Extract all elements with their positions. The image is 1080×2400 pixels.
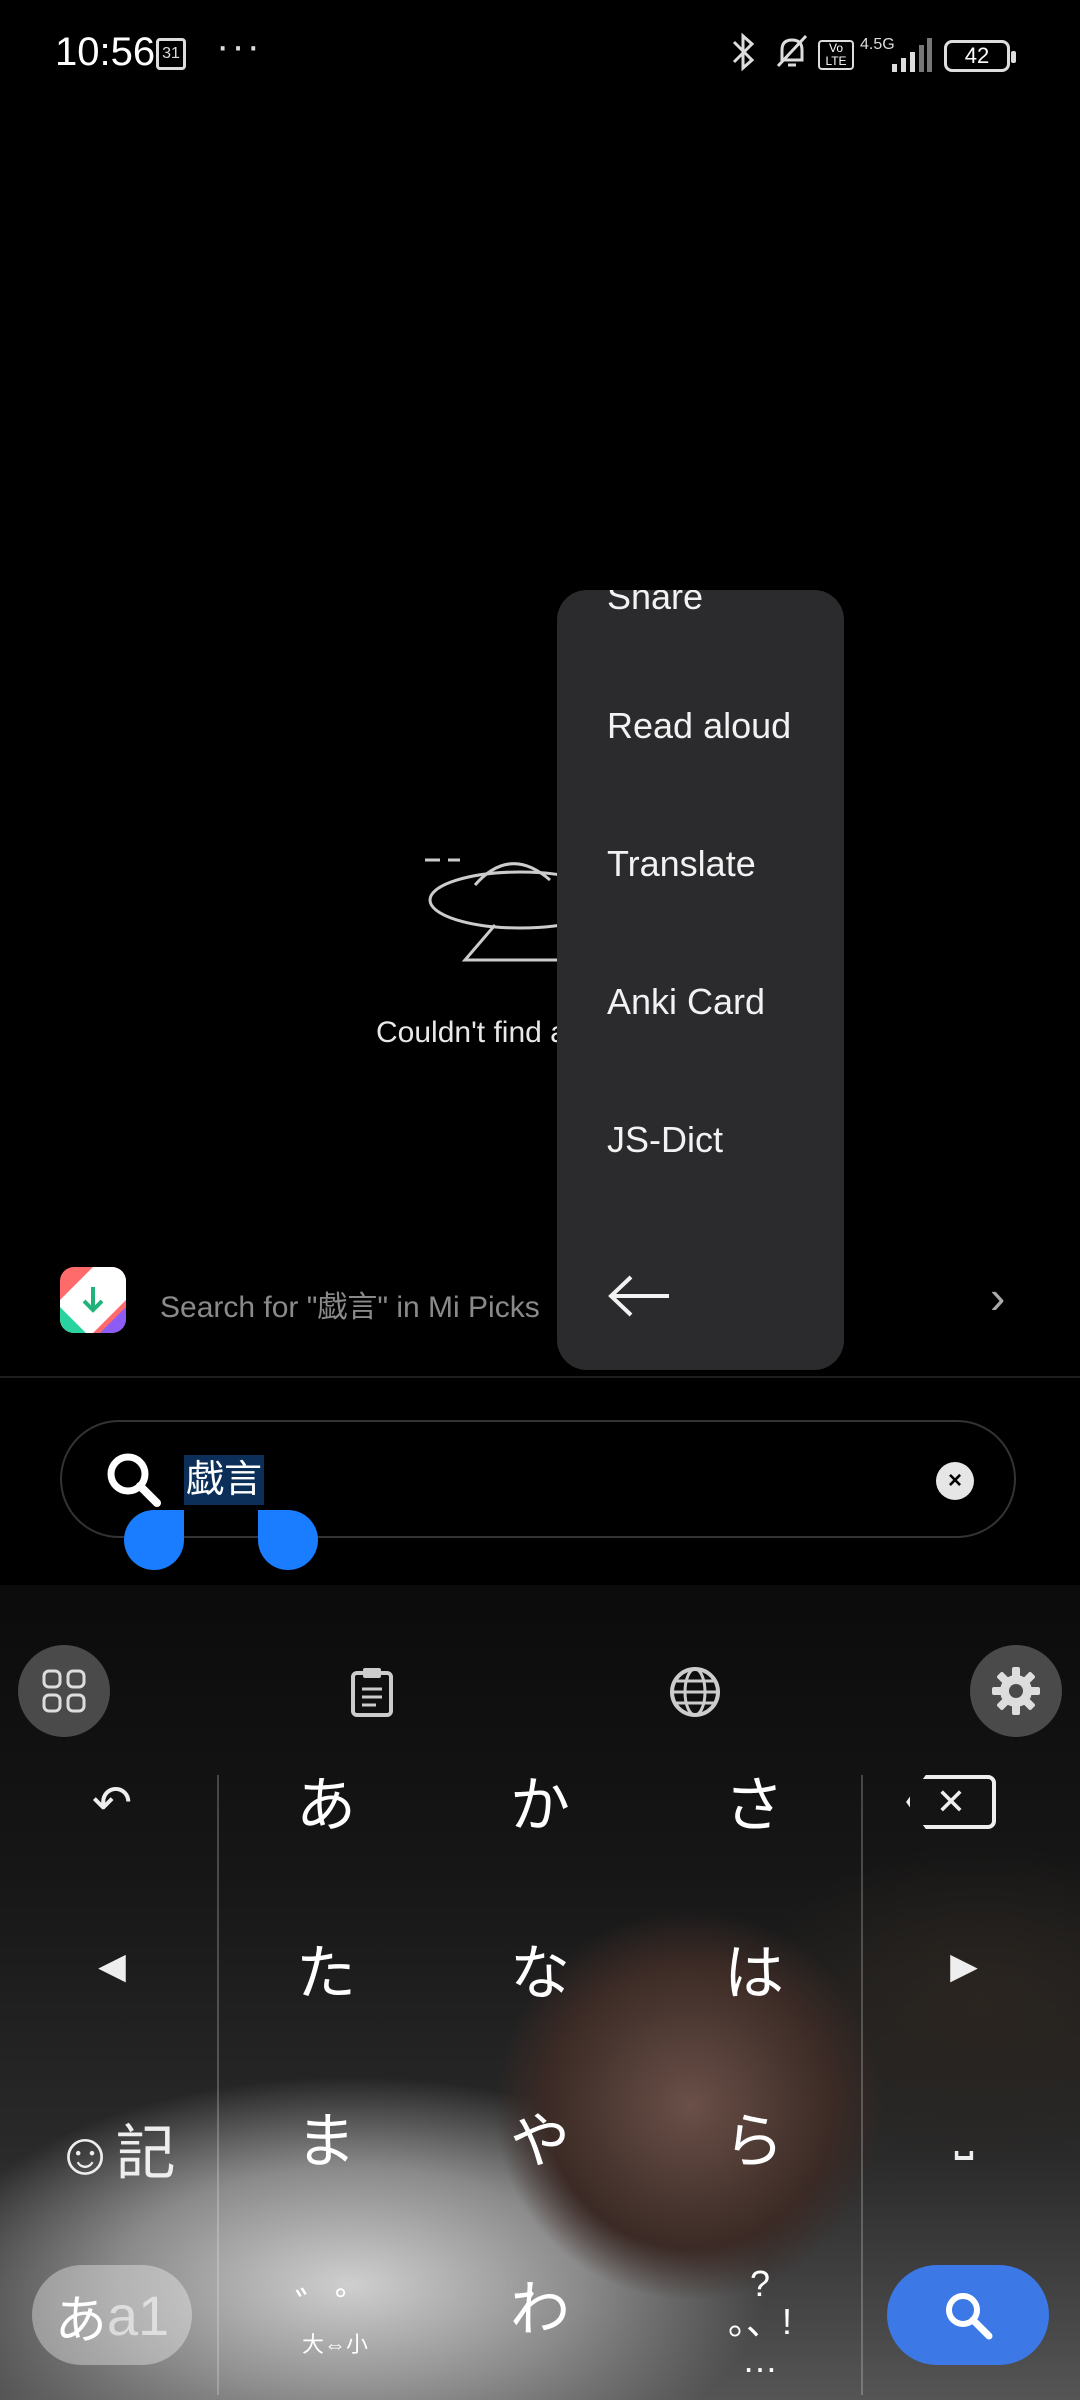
battery-indicator: 42 <box>944 40 1016 72</box>
dakuten-label: ゛゜ <box>295 2286 375 2330</box>
kana-key-a[interactable]: あ <box>266 1757 386 1844</box>
dakuten-key[interactable]: ゛゜ 大⇔小 <box>260 2275 410 2359</box>
mode-kana-label: あ <box>54 2291 107 2350</box>
punctuation-key[interactable]: ? 。、! … <box>680 2265 840 2379</box>
apps-grid-button[interactable] <box>18 1645 110 1737</box>
kana-key-sa[interactable]: さ <box>694 1757 814 1844</box>
punct-mid-label: 。、! <box>727 2301 792 2342</box>
menu-item-read-aloud[interactable]: Read aloud <box>607 705 791 747</box>
kana-key-ma[interactable]: ま <box>266 2093 386 2180</box>
backspace-key[interactable]: ✕ <box>906 1775 996 1829</box>
keyboard-separator <box>217 1775 219 2395</box>
signal-icon <box>890 38 932 72</box>
bluetooth-icon <box>728 32 758 81</box>
selection-handle-start[interactable] <box>124 1510 184 1570</box>
kana-key-wa[interactable]: わ <box>480 2261 600 2348</box>
mipicks-logo-icon <box>60 1267 126 1333</box>
cursor-left-key[interactable]: ◀ <box>52 1945 172 1987</box>
kana-key-ka[interactable]: か <box>480 1757 600 1844</box>
divider <box>0 1376 1080 1378</box>
globe-icon[interactable] <box>668 1665 722 1719</box>
volte-icon: Vo LTE <box>818 40 854 70</box>
input-mode-key[interactable]: あ a1 <box>32 2265 192 2365</box>
japanese-keyboard: ↶ ◀ ☺記 あ a1 あ か さ た な は ま や ら ゛゜ 大⇔小 わ ? … <box>0 1585 1080 2400</box>
more-notifications-icon: ··· <box>216 24 262 68</box>
menu-item-anki-card[interactable]: Anki Card <box>607 981 765 1023</box>
mode-alnum-label: a1 <box>106 2283 170 2347</box>
mipicks-search-label[interactable]: Search for "戯言" in Mi Picks <box>160 1282 540 1326</box>
clear-icon[interactable]: × <box>936 1462 974 1500</box>
search-input[interactable]: 戯言 <box>184 1455 265 1505</box>
space-key[interactable]: ⎵ <box>904 2105 1024 2161</box>
clipboard-icon[interactable] <box>350 1667 394 1717</box>
punct-top-label: ? <box>749 2263 771 2304</box>
calendar-icon: 31 <box>156 38 186 70</box>
undo-key[interactable]: ↶ <box>52 1775 172 1831</box>
cursor-right-key[interactable]: ▶ <box>904 1945 1024 1987</box>
kana-key-ra[interactable]: ら <box>694 2093 814 2180</box>
search-icon <box>102 1448 164 1510</box>
keyboard-settings-button[interactable] <box>970 1645 1062 1737</box>
keyboard-separator <box>861 1775 863 2395</box>
text-selection-menu: Share Read aloud Translate Anki Card JS-… <box>557 590 844 1370</box>
clock: 10:56 <box>55 30 156 74</box>
grid-icon <box>42 1669 86 1713</box>
kana-key-ya[interactable]: や <box>480 2093 600 2180</box>
selection-handle-end[interactable] <box>258 1510 318 1570</box>
kana-key-ta[interactable]: た <box>266 1925 386 2012</box>
chevron-right-icon[interactable]: › <box>990 1270 1005 1324</box>
kana-key-na[interactable]: な <box>480 1925 600 2012</box>
emoji-symbol-key[interactable]: ☺記 <box>45 2105 185 2192</box>
menu-item-js-dict[interactable]: JS-Dict <box>607 1119 723 1161</box>
search-enter-key[interactable] <box>887 2265 1049 2365</box>
gear-icon <box>992 1667 1040 1715</box>
no-results-message: Couldn't find a <box>376 1016 567 1049</box>
size-toggle-label: 大⇔小 <box>301 2332 368 2357</box>
status-bar: 10:56 31 ··· Vo LTE 4.5G 42 <box>0 0 1080 110</box>
kana-key-ha[interactable]: は <box>694 1925 814 2012</box>
search-icon <box>946 2293 993 2340</box>
menu-item-translate[interactable]: Translate <box>607 843 756 885</box>
menu-item-share[interactable]: Share <box>607 590 703 618</box>
muted-bell-icon <box>772 32 812 81</box>
back-arrow-icon[interactable] <box>607 1274 671 1318</box>
punct-bottom-label: … <box>742 2339 778 2380</box>
